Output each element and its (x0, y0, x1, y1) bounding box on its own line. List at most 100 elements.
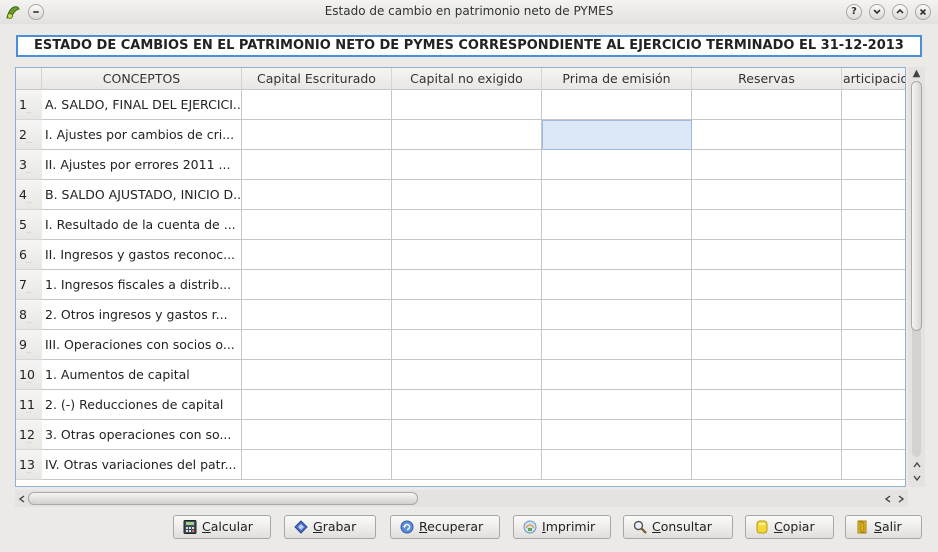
value-cell[interactable] (392, 240, 542, 270)
concept-cell[interactable]: 1. Aumentos de capital (42, 360, 242, 390)
table-row[interactable]: 82. Otros ingresos y gastos r... (16, 300, 905, 330)
value-cell[interactable] (692, 90, 842, 120)
vertical-scrollbar[interactable]: ▲ (908, 67, 925, 487)
concept-cell[interactable]: 3. Otras operaciones con so... (42, 420, 242, 450)
row-number[interactable]: 8 (16, 300, 42, 330)
concept-cell[interactable]: IV. Otras variaciones del patr... (42, 450, 242, 480)
concept-cell[interactable]: II. Ingresos y gastos reconoc... (42, 240, 242, 270)
concept-cell[interactable]: B. SALDO AJUSTADO, INICIO D... (42, 180, 242, 210)
column-header-reservas[interactable]: Reservas (692, 68, 842, 90)
value-cell[interactable] (842, 120, 905, 150)
table-row[interactable]: 6II. Ingresos y gastos reconoc... (16, 240, 905, 270)
row-number[interactable]: 12 (16, 420, 42, 450)
row-number[interactable]: 6 (16, 240, 42, 270)
value-cell[interactable] (242, 210, 392, 240)
value-cell[interactable] (692, 450, 842, 480)
value-cell[interactable] (842, 180, 905, 210)
row-number[interactable]: 1 (16, 90, 42, 120)
scroll-up-small-icon[interactable] (908, 459, 925, 473)
row-number[interactable]: 5 (16, 210, 42, 240)
value-cell[interactable] (842, 390, 905, 420)
help-button[interactable]: ? (846, 4, 862, 20)
value-cell[interactable] (242, 330, 392, 360)
value-cell[interactable] (542, 180, 692, 210)
maximize-button[interactable] (892, 4, 908, 20)
value-cell[interactable] (542, 420, 692, 450)
value-cell[interactable] (842, 90, 905, 120)
column-header-capital-no-exigido[interactable]: Capital no exigido (392, 68, 542, 90)
value-cell[interactable] (842, 300, 905, 330)
concept-cell[interactable]: A. SALDO, FINAL DEL EJERCICI... (42, 90, 242, 120)
value-cell[interactable] (242, 240, 392, 270)
value-cell[interactable] (392, 450, 542, 480)
row-number[interactable]: 3 (16, 150, 42, 180)
value-cell[interactable] (542, 150, 692, 180)
row-number[interactable]: 10 (16, 360, 42, 390)
row-number[interactable]: 7 (16, 270, 42, 300)
column-header-prima-emision[interactable]: Prima de emisión (542, 68, 692, 90)
value-cell[interactable] (542, 330, 692, 360)
consultar-button[interactable]: Consultar (623, 515, 733, 539)
shade-button[interactable] (869, 4, 885, 20)
value-cell[interactable] (842, 360, 905, 390)
value-cell[interactable] (542, 390, 692, 420)
value-cell[interactable] (842, 270, 905, 300)
horizontal-scroll-thumb[interactable] (28, 492, 418, 505)
value-cell[interactable] (692, 390, 842, 420)
value-cell[interactable] (692, 330, 842, 360)
close-button[interactable] (915, 4, 931, 20)
value-cell[interactable] (842, 150, 905, 180)
value-cell[interactable] (392, 120, 542, 150)
value-cell[interactable] (242, 270, 392, 300)
row-number[interactable]: 2 (16, 120, 42, 150)
value-cell[interactable] (242, 450, 392, 480)
value-cell[interactable] (692, 120, 842, 150)
concept-cell[interactable]: 2. (-) Reducciones de capital (42, 390, 242, 420)
value-cell[interactable] (542, 90, 692, 120)
value-cell[interactable] (242, 390, 392, 420)
table-row[interactable]: 3II. Ajustes por errores 2011 ... (16, 150, 905, 180)
salir-button[interactable]: Salir (845, 515, 922, 539)
value-cell[interactable] (392, 210, 542, 240)
value-cell[interactable] (392, 300, 542, 330)
value-cell[interactable] (692, 150, 842, 180)
value-cell[interactable] (242, 90, 392, 120)
value-cell[interactable] (392, 150, 542, 180)
scroll-up-icon[interactable]: ▲ (908, 67, 925, 81)
scroll-left-icon[interactable] (15, 490, 29, 507)
value-cell[interactable] (392, 390, 542, 420)
column-header-conceptos[interactable]: CONCEPTOS (42, 68, 242, 90)
table-row[interactable]: 13IV. Otras variaciones del patr... (16, 450, 905, 480)
value-cell[interactable] (542, 210, 692, 240)
value-cell[interactable] (542, 240, 692, 270)
table-row[interactable]: 101. Aumentos de capital (16, 360, 905, 390)
row-number[interactable]: 13 (16, 450, 42, 480)
grabar-button[interactable]: Grabar (284, 515, 376, 539)
copiar-button[interactable]: Copiar (745, 515, 834, 539)
scroll-left-small-icon[interactable] (881, 490, 895, 507)
value-cell[interactable] (842, 330, 905, 360)
recuperar-button[interactable]: Recuperar (390, 515, 500, 539)
value-cell[interactable] (692, 420, 842, 450)
scroll-down-icon[interactable] (908, 472, 925, 486)
value-cell[interactable] (692, 360, 842, 390)
value-cell[interactable] (542, 450, 692, 480)
concept-cell[interactable]: I. Resultado de la cuenta de ... (42, 210, 242, 240)
value-cell[interactable] (692, 210, 842, 240)
title-bar[interactable]: Estado de cambio en patrimonio neto de P… (0, 0, 938, 24)
concept-cell[interactable]: 1. Ingresos fiscales a distrib... (42, 270, 242, 300)
calcular-button[interactable]: Calcular (173, 515, 271, 539)
value-cell[interactable] (692, 180, 842, 210)
value-cell[interactable] (542, 270, 692, 300)
value-cell[interactable] (842, 420, 905, 450)
value-cell[interactable] (542, 120, 692, 150)
value-cell[interactable] (842, 210, 905, 240)
value-cell[interactable] (242, 360, 392, 390)
table-row[interactable]: 112. (-) Reducciones de capital (16, 390, 905, 420)
value-cell[interactable] (392, 420, 542, 450)
equity-changes-table[interactable]: CONCEPTOS Capital Escriturado Capital no… (15, 67, 906, 487)
value-cell[interactable] (392, 360, 542, 390)
value-cell[interactable] (242, 150, 392, 180)
table-row[interactable]: 123. Otras operaciones con so... (16, 420, 905, 450)
value-cell[interactable] (842, 240, 905, 270)
